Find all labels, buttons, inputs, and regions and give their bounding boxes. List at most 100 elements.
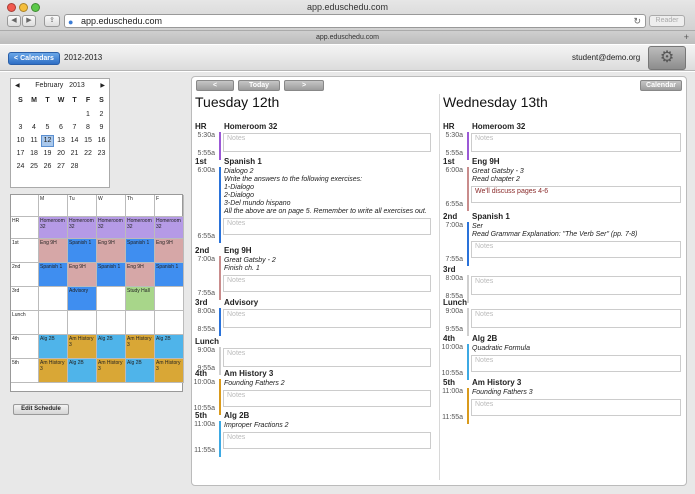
settings-button[interactable]: ⚙: [648, 46, 686, 70]
notes-field[interactable]: We'll discuss pages 4-6: [471, 186, 681, 203]
notes-field[interactable]: Notes: [223, 218, 431, 235]
course-title[interactable]: Spanish 1: [224, 157, 262, 166]
calendar-day[interactable]: 11: [28, 135, 41, 147]
notes-field[interactable]: Notes: [471, 355, 681, 372]
calendar-day[interactable]: 28: [68, 161, 81, 173]
calendar-day[interactable]: 16: [95, 135, 108, 147]
schedule-cell[interactable]: Eng 9H: [68, 263, 97, 287]
calendar-day[interactable]: 5: [41, 122, 54, 134]
today-button[interactable]: Today: [238, 80, 280, 91]
calendar-day[interactable]: 13: [55, 135, 68, 147]
tab-title[interactable]: app.eduschedu.com: [316, 34, 379, 41]
course-title[interactable]: Eng 9H: [224, 246, 252, 255]
close-window-icon[interactable]: [7, 3, 16, 12]
calendar-day[interactable]: 21: [68, 148, 81, 160]
schedule-cell[interactable]: [155, 311, 184, 335]
notes-field[interactable]: Notes: [471, 276, 681, 295]
zoom-window-icon[interactable]: [31, 3, 40, 12]
calendar-day[interactable]: 18: [28, 148, 41, 160]
course-title[interactable]: Am History 3: [224, 369, 273, 378]
notes-field[interactable]: Notes: [223, 309, 431, 328]
calendar-day[interactable]: 25: [28, 161, 41, 173]
back-button[interactable]: ◀: [7, 15, 21, 27]
schedule-cell[interactable]: Study Hall: [126, 287, 155, 311]
prev-month-icon[interactable]: ◀: [15, 79, 20, 93]
schedule-cell[interactable]: Am History 3: [39, 359, 68, 383]
course-title[interactable]: Alg 2B: [224, 411, 249, 420]
notes-field[interactable]: Notes: [223, 390, 431, 407]
calendars-button[interactable]: < Calendars: [8, 52, 60, 65]
schedule-cell[interactable]: Am History 3: [97, 359, 126, 383]
schedule-cell[interactable]: Spanish 1: [39, 263, 68, 287]
calendar-day[interactable]: 14: [68, 135, 81, 147]
course-title[interactable]: Am History 3: [472, 378, 521, 387]
schedule-cell[interactable]: Eng 9H: [39, 239, 68, 263]
schedule-cell[interactable]: Homeroom 32: [155, 217, 184, 239]
forward-button[interactable]: ▶: [22, 15, 36, 27]
schedule-cell[interactable]: Advisory: [68, 287, 97, 311]
calendar-day[interactable]: 1: [82, 109, 95, 121]
reader-button[interactable]: Reader: [649, 15, 685, 27]
prev-day-button[interactable]: <: [196, 80, 234, 91]
calendar-day[interactable]: 17: [14, 148, 27, 160]
schedule-cell[interactable]: Spanish 1: [97, 263, 126, 287]
schedule-cell[interactable]: Spanish 1: [126, 239, 155, 263]
calendar-day[interactable]: 20: [55, 148, 68, 160]
notes-field[interactable]: Notes: [223, 348, 431, 367]
notes-field[interactable]: Notes: [471, 133, 681, 152]
calendar-day[interactable]: 7: [68, 122, 81, 134]
calendar-day[interactable]: 2: [95, 109, 108, 121]
schedule-cell[interactable]: Homeroom 32: [68, 217, 97, 239]
address-bar[interactable]: ● app.eduschedu.com ↻: [64, 14, 646, 28]
notes-field[interactable]: Notes: [471, 241, 681, 258]
schedule-cell[interactable]: [155, 287, 184, 311]
calendar-day[interactable]: 26: [41, 161, 54, 173]
notes-field[interactable]: Notes: [471, 309, 681, 328]
calendar-day[interactable]: 15: [82, 135, 95, 147]
schedule-cell[interactable]: Homeroom 32: [39, 217, 68, 239]
schedule-cell[interactable]: Homeroom 32: [97, 217, 126, 239]
schedule-cell[interactable]: Alg 2B: [39, 335, 68, 359]
schedule-cell[interactable]: Am History 3: [126, 335, 155, 359]
calendar-day[interactable]: 23: [95, 148, 108, 160]
edit-schedule-button[interactable]: Edit Schedule: [13, 404, 69, 415]
notes-field[interactable]: Notes: [223, 133, 431, 152]
minimize-window-icon[interactable]: [19, 3, 28, 12]
schedule-cell[interactable]: [68, 311, 97, 335]
calendar-day[interactable]: 4: [28, 122, 41, 134]
course-title[interactable]: Eng 9H: [472, 157, 500, 166]
schedule-cell[interactable]: Alg 2B: [126, 359, 155, 383]
schedule-cell[interactable]: Alg 2B: [97, 335, 126, 359]
calendar-day[interactable]: 19: [41, 148, 54, 160]
course-title[interactable]: Homeroom 32: [224, 122, 277, 131]
schedule-cell[interactable]: Alg 2B: [68, 359, 97, 383]
calendar-day[interactable]: 24: [14, 161, 27, 173]
schedule-cell[interactable]: Eng 9H: [155, 239, 184, 263]
calendar-day[interactable]: 6: [55, 122, 68, 134]
schedule-cell[interactable]: [39, 311, 68, 335]
schedule-cell[interactable]: Alg 2B: [155, 335, 184, 359]
new-tab-icon[interactable]: +: [684, 31, 689, 44]
schedule-cell[interactable]: Eng 9H: [97, 239, 126, 263]
calendar-day[interactable]: 27: [55, 161, 68, 173]
calendar-day[interactable]: 22: [82, 148, 95, 160]
schedule-cell[interactable]: Homeroom 32: [126, 217, 155, 239]
notes-field[interactable]: Notes: [223, 275, 431, 292]
course-title[interactable]: Homeroom 32: [472, 122, 525, 131]
schedule-cell[interactable]: Am History 3: [155, 359, 184, 383]
calendar-day[interactable]: 3: [14, 122, 27, 134]
next-month-icon[interactable]: ▶: [100, 79, 105, 93]
course-title[interactable]: Alg 2B: [472, 334, 497, 343]
calendar-view-button[interactable]: Calendar: [640, 80, 682, 91]
calendar-day[interactable]: 10: [14, 135, 27, 147]
schedule-cell[interactable]: [97, 287, 126, 311]
calendar-day[interactable]: 9: [95, 122, 108, 134]
notes-field[interactable]: Notes: [223, 432, 431, 449]
course-title[interactable]: Spanish 1: [472, 212, 510, 221]
schedule-cell[interactable]: Eng 9H: [126, 263, 155, 287]
schedule-cell[interactable]: Am History 3: [68, 335, 97, 359]
schedule-cell[interactable]: Spanish 1: [155, 263, 184, 287]
selected-day[interactable]: 12: [41, 135, 54, 147]
calendar-day[interactable]: 8: [82, 122, 95, 134]
notes-field[interactable]: Notes: [471, 399, 681, 416]
